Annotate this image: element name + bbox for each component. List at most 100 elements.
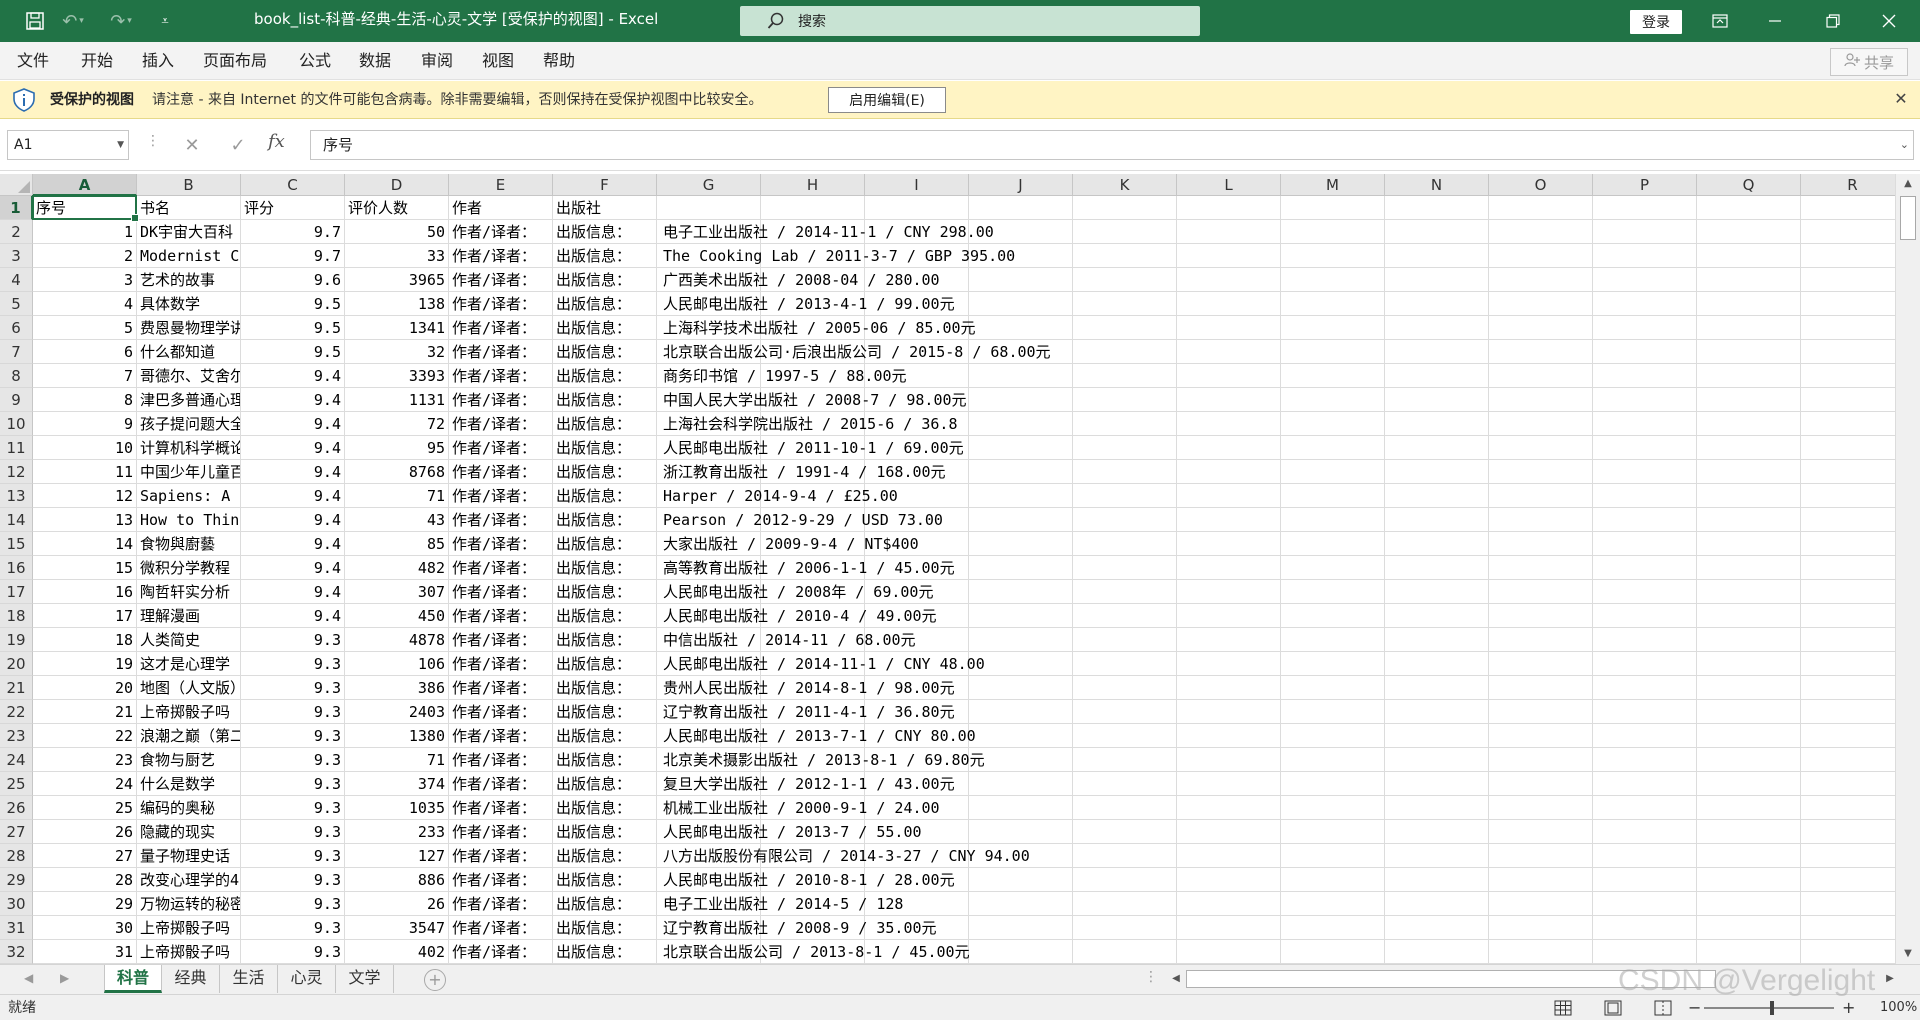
data-cell[interactable]: 作者/译者： (449, 532, 553, 556)
data-cell[interactable]: 微积分学教程 (137, 556, 241, 580)
data-cell[interactable]: 9.7 (241, 244, 345, 268)
grid-cell[interactable] (1489, 532, 1593, 556)
sheet-tab-shenghuo[interactable]: 生活 (220, 965, 278, 993)
grid-cell[interactable] (1697, 724, 1801, 748)
column-header-o[interactable]: O (1489, 174, 1593, 196)
data-cell[interactable]: 1341 (345, 316, 449, 340)
grid-cell[interactable] (1697, 700, 1801, 724)
data-cell[interactable]: 辽宁教育出版社 / 2011-4-1 / 36.80元 (657, 700, 1357, 724)
data-cell[interactable]: 出版信息： (553, 388, 657, 412)
grid-cell[interactable] (1489, 892, 1593, 916)
data-cell[interactable]: 什么都知道 (137, 340, 241, 364)
data-cell[interactable]: 15 (33, 556, 137, 580)
data-cell[interactable]: 编码的奥秘 (137, 796, 241, 820)
data-cell[interactable]: 地图（人文版） (137, 676, 241, 700)
row-header[interactable]: 4 (0, 268, 33, 292)
ribbon-display-options-icon[interactable] (1697, 0, 1743, 42)
header-cell[interactable]: 作者 (449, 196, 553, 220)
zoom-slider[interactable] (1704, 1007, 1834, 1009)
data-cell[interactable]: 出版信息： (553, 460, 657, 484)
column-header-n[interactable]: N (1385, 174, 1489, 196)
row-header[interactable]: 31 (0, 916, 33, 940)
data-cell[interactable]: 138 (345, 292, 449, 316)
grid-cell[interactable] (1697, 292, 1801, 316)
data-cell[interactable]: 4878 (345, 628, 449, 652)
grid-cell[interactable] (1593, 484, 1697, 508)
data-cell[interactable]: Harper / 2014-9-4 / £25.00 (657, 484, 1357, 508)
grid-cell[interactable] (1385, 292, 1489, 316)
grid-cell[interactable] (1593, 892, 1697, 916)
grid-cell[interactable] (1697, 892, 1801, 916)
grid-cell[interactable] (761, 196, 865, 220)
data-cell[interactable]: 9.3 (241, 628, 345, 652)
row-header[interactable]: 27 (0, 820, 33, 844)
data-cell[interactable]: 人民邮电出版社 / 2010-8-1 / 28.00元 (657, 868, 1357, 892)
scroll-left-icon[interactable]: ◀ (1168, 969, 1184, 989)
grid-cell[interactable] (1801, 628, 1895, 652)
data-cell[interactable]: 18 (33, 628, 137, 652)
data-cell[interactable]: 作者/译者： (449, 268, 553, 292)
row-header[interactable]: 14 (0, 508, 33, 532)
grid-cell[interactable] (1801, 436, 1895, 460)
grid-cell[interactable] (1697, 604, 1801, 628)
grid-cell[interactable] (1281, 196, 1385, 220)
data-cell[interactable]: 出版信息： (553, 316, 657, 340)
menu-page-layout[interactable]: 页面布局 (203, 42, 267, 80)
horizontal-scroll-thumb[interactable] (1186, 970, 1716, 988)
grid-cell[interactable] (1489, 796, 1593, 820)
data-cell[interactable]: Sapiens: A Brief History (137, 484, 241, 508)
undo-icon[interactable]: ↶ ▾ (56, 0, 90, 42)
data-cell[interactable]: 作者/译者： (449, 940, 553, 964)
grid-cell[interactable] (657, 196, 761, 220)
data-cell[interactable]: 出版信息： (553, 436, 657, 460)
grid-cell[interactable] (1385, 412, 1489, 436)
data-cell[interactable]: 9.3 (241, 724, 345, 748)
column-header-l[interactable]: L (1177, 174, 1281, 196)
column-header-a[interactable]: A (33, 174, 137, 196)
data-cell[interactable]: 450 (345, 604, 449, 628)
data-cell[interactable]: 出版信息： (553, 484, 657, 508)
data-cell[interactable]: 作者/译者： (449, 460, 553, 484)
grid-cell[interactable] (1385, 868, 1489, 892)
data-cell[interactable]: 出版信息： (553, 532, 657, 556)
data-cell[interactable]: 24 (33, 772, 137, 796)
data-cell[interactable]: 1035 (345, 796, 449, 820)
grid-cell[interactable] (1489, 412, 1593, 436)
grid-cell[interactable] (1593, 940, 1697, 964)
grid-cell[interactable] (1593, 868, 1697, 892)
data-cell[interactable]: The Cooking Lab / 2011-3-7 / GBP 395.00 (657, 244, 1357, 268)
data-cell[interactable]: 人民邮电出版社 / 2013-7 / 55.00 (657, 820, 1357, 844)
grid-cell[interactable] (1593, 340, 1697, 364)
column-header-f[interactable]: F (553, 174, 657, 196)
data-cell[interactable]: 11 (33, 460, 137, 484)
grid-cell[interactable] (1385, 484, 1489, 508)
grid-cell[interactable] (1593, 820, 1697, 844)
data-cell[interactable]: 9.4 (241, 364, 345, 388)
column-header-b[interactable]: B (137, 174, 241, 196)
data-cell[interactable]: 理解漫画 (137, 604, 241, 628)
row-header[interactable]: 19 (0, 628, 33, 652)
grid-cell[interactable] (1697, 580, 1801, 604)
name-box[interactable]: A1 ▼ (7, 130, 129, 160)
grid-cell[interactable] (1593, 316, 1697, 340)
vertical-scrollbar[interactable]: ▲ ▼ (1895, 174, 1920, 964)
data-cell[interactable]: DK宇宙大百科 (137, 220, 241, 244)
grid-cell[interactable] (1385, 844, 1489, 868)
data-cell[interactable]: 9.4 (241, 532, 345, 556)
grid-cell[interactable] (1385, 628, 1489, 652)
data-cell[interactable]: 八方出版股份有限公司 / 2014-3-27 / CNY 94.00 (657, 844, 1357, 868)
data-cell[interactable]: 出版信息： (553, 556, 657, 580)
grid-cell[interactable] (1489, 652, 1593, 676)
grid-cell[interactable] (1593, 556, 1697, 580)
row-header[interactable]: 17 (0, 580, 33, 604)
grid-cell[interactable] (1801, 196, 1895, 220)
menu-insert[interactable]: 插入 (142, 42, 174, 80)
data-cell[interactable]: Modernist Cuisine (137, 244, 241, 268)
data-cell[interactable]: 5 (33, 316, 137, 340)
row-header[interactable]: 8 (0, 364, 33, 388)
data-cell[interactable]: 9.3 (241, 868, 345, 892)
grid-cell[interactable] (1801, 292, 1895, 316)
data-cell[interactable]: 出版信息： (553, 892, 657, 916)
row-header[interactable]: 25 (0, 772, 33, 796)
data-cell[interactable]: 43 (345, 508, 449, 532)
